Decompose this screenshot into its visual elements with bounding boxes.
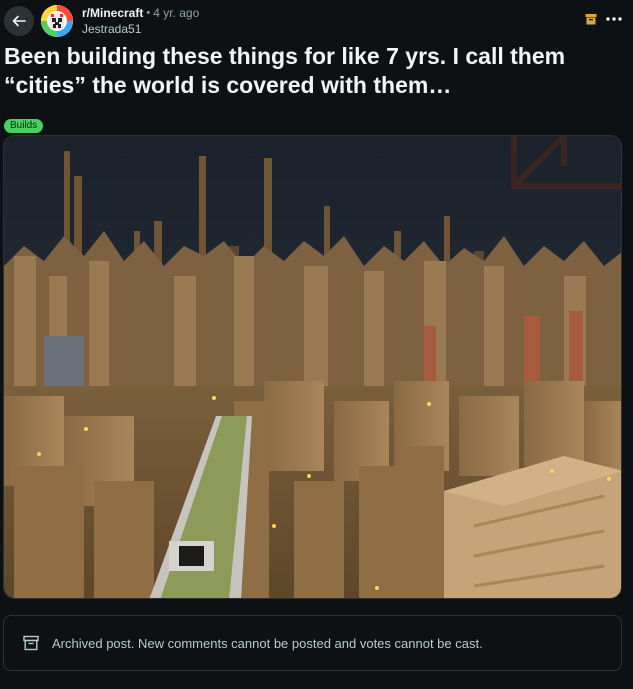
post-age: 4 yr. ago	[153, 6, 200, 20]
post-image[interactable]	[3, 135, 622, 599]
archive-box-icon	[585, 14, 597, 25]
meta-separator: •	[146, 7, 151, 19]
post-header: r/Minecraft • 4 yr. ago Jestrada51	[0, 0, 633, 40]
subreddit-link[interactable]: r/Minecraft	[82, 6, 143, 21]
more-options-button[interactable]	[602, 11, 626, 27]
ellipsis-icon	[606, 17, 622, 21]
arrow-left-icon	[12, 15, 26, 27]
post-flair[interactable]: Builds	[4, 119, 44, 133]
post-meta: r/Minecraft • 4 yr. ago Jestrada51	[82, 6, 199, 37]
archived-notice-text: Archived post. New comments cannot be po…	[52, 635, 483, 651]
archive-icon	[22, 634, 40, 652]
post-title: Been building these things for like 7 yr…	[4, 43, 566, 98]
post-page: r/Minecraft • 4 yr. ago Jestrada51 Been …	[0, 0, 633, 689]
back-button[interactable]	[4, 6, 34, 36]
subreddit-avatar[interactable]	[41, 5, 73, 37]
author-link[interactable]: Jestrada51	[82, 22, 199, 37]
archived-notice: Archived post. New comments cannot be po…	[3, 615, 622, 671]
